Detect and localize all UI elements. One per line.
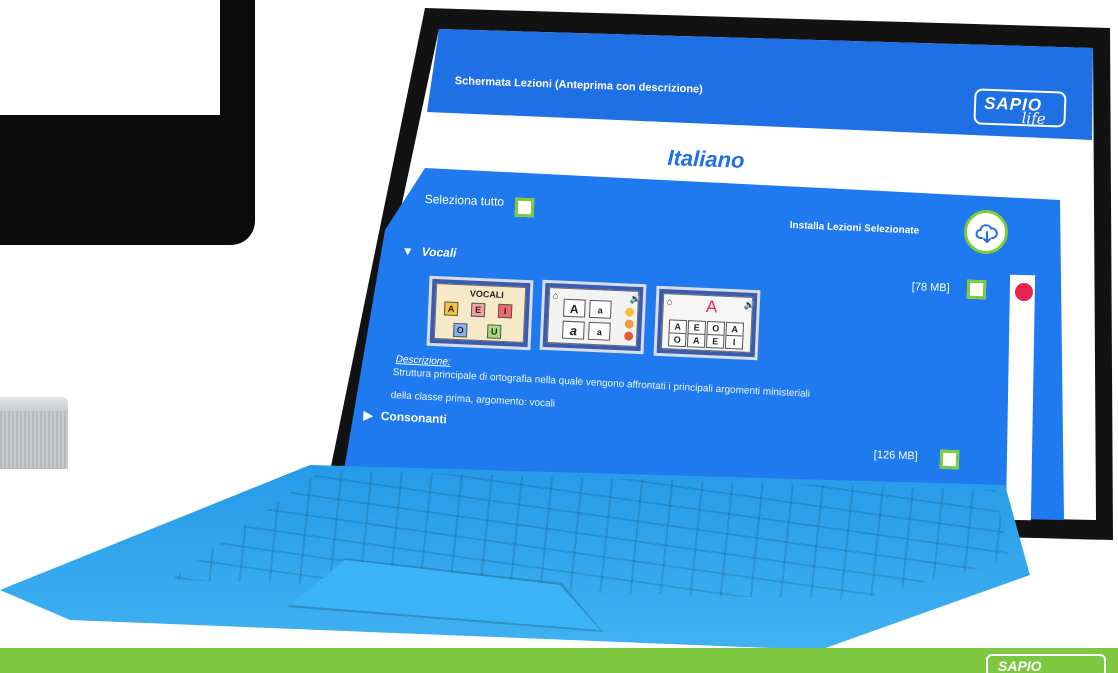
- letter-tile: O: [667, 332, 687, 348]
- section-name: Vocali: [421, 244, 457, 260]
- letter-tile: A: [686, 333, 706, 348]
- cloud-download-icon: [975, 224, 998, 243]
- footer-logo: SAPIO: [986, 654, 1106, 673]
- select-all-label: Seleziona tutto: [424, 192, 505, 209]
- letter-tile: A: [443, 301, 459, 317]
- status-dot: [624, 319, 634, 329]
- section-size: [126 MB]: [873, 449, 919, 463]
- speaker-icon: 🔊: [743, 299, 756, 311]
- subject-title: Italiano: [667, 145, 745, 173]
- letter-tile: O: [452, 322, 468, 338]
- letter-tile: a: [562, 320, 585, 340]
- letter-tile: I: [497, 303, 513, 319]
- lesson-thumbnail[interactable]: ⌂ 🔊 A a a a: [539, 279, 647, 355]
- letter-tile: U: [486, 324, 502, 339]
- big-letter: A: [705, 296, 718, 317]
- letter-tile: A: [562, 298, 586, 318]
- scrollbar-thumb[interactable]: [1015, 283, 1033, 301]
- lesson-thumbnail[interactable]: VOCALI A E I O U: [426, 275, 534, 351]
- footer-band: [0, 648, 1118, 673]
- letter-tile: E: [705, 333, 725, 349]
- home-icon: ⌂: [552, 290, 559, 301]
- logo-sub-text: life: [1021, 109, 1046, 128]
- speaker-icon: 🔊: [629, 293, 642, 305]
- section-checkbox-consonanti[interactable]: [939, 449, 960, 470]
- select-all-checkbox[interactable]: [514, 197, 535, 218]
- section-header-vocali[interactable]: ▼ Vocali: [402, 244, 457, 260]
- status-dot: [624, 331, 634, 341]
- expanded-triangle-icon: ▼: [401, 244, 414, 259]
- letter-tile: E: [470, 302, 486, 318]
- status-dot: [625, 307, 635, 317]
- install-selected-button[interactable]: [964, 210, 1008, 254]
- letter-tile: a: [588, 321, 611, 341]
- sapio-logo: SAPIO life: [973, 88, 1067, 128]
- letter-tile: I: [724, 334, 744, 350]
- section-checkbox-vocali[interactable]: [966, 279, 987, 300]
- scrollbar-track[interactable]: [1005, 274, 1036, 521]
- home-icon: ⌂: [666, 296, 673, 307]
- thumbnail-title: VOCALI: [469, 288, 505, 301]
- section-size: [78 MB]: [911, 281, 950, 295]
- letter-tile: a: [588, 299, 612, 319]
- lesson-thumbnail[interactable]: ⌂ 🔊 A A E O A O A E I: [653, 285, 761, 361]
- collapsed-triangle-icon: ▶: [363, 408, 374, 423]
- footer-logo-text: SAPIO: [998, 658, 1042, 673]
